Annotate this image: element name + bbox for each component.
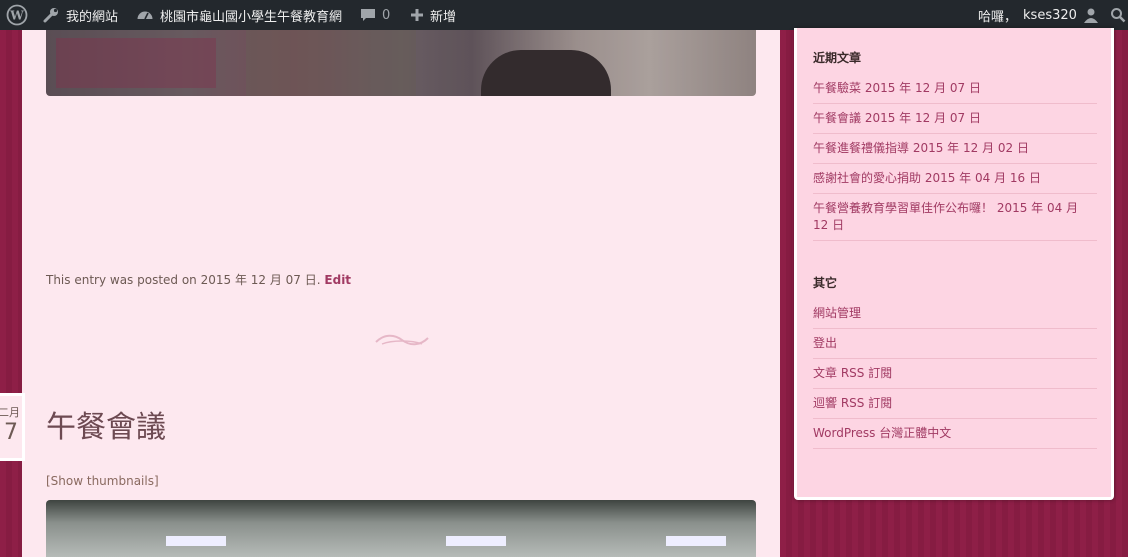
sidebar-panel: 近期文章 午餐驗菜 2015 年 12 月 07 日 午餐會議 2015 年 1… [797,28,1111,497]
photo-detail [446,536,506,546]
username-text: kses320 [1023,7,1077,23]
post-title[interactable]: 午餐會議 [46,402,166,446]
other-link-item[interactable]: 文章 RSS 訂閱 [813,359,1097,389]
comments-rss-link[interactable]: 迴響 RSS 訂閱 [813,389,1097,418]
photo-shade [46,30,756,96]
wrench-icon [42,6,60,24]
wordpress-tw-link[interactable]: WordPress 台灣正體中文 [813,419,1097,448]
other-link-item[interactable]: 登出 [813,329,1097,359]
svg-text:W: W [9,9,24,23]
wordpress-icon: W [6,4,28,26]
search-icon [1110,7,1126,23]
recent-post-item[interactable]: 午餐驗菜 2015 年 12 月 07 日 [813,74,1097,104]
divider-ornament-icon [372,328,432,354]
recent-post-item[interactable]: 午餐會議 2015 年 12 月 07 日 [813,104,1097,134]
sidebar: 近期文章 午餐驗菜 2015 年 12 月 07 日 午餐會議 2015 年 1… [794,28,1114,500]
recent-post-item[interactable]: 感謝社會的愛心捐助 2015 年 04 月 16 日 [813,164,1097,194]
recent-posts-title: 近期文章 [813,51,862,65]
date-badge-day: 7 [4,420,18,445]
my-sites-menu[interactable]: 我的網站 [42,0,118,30]
comments-count: 0 [382,7,391,23]
new-content-button[interactable]: 新增 [410,0,456,30]
plus-icon [410,8,424,22]
wordpress-logo-button[interactable]: W [6,0,28,30]
recent-post-link[interactable]: 感謝社會的愛心捐助 2015 年 04 月 16 日 [813,164,1097,193]
recent-post-link[interactable]: 午餐營養教育學習單佳作公布囉！ 2015 年 04 月 12 日 [813,194,1097,240]
photo-detail [166,536,226,546]
other-link-item[interactable]: 網站管理 [813,299,1097,329]
date-badge-month: 二月 [0,406,20,419]
comments-button[interactable]: 0 [360,0,390,30]
photo-detail [666,536,726,546]
site-admin-link[interactable]: 網站管理 [813,299,1097,328]
user-avatar-icon [1083,7,1099,23]
site-name-label: 桃園市龜山國小學生午餐教育網 [160,9,343,25]
recent-post-item[interactable]: 午餐營養教育學習單佳作公布囉！ 2015 年 04 月 12 日 [813,194,1097,241]
other-links-list: 網站管理 登出 文章 RSS 訂閱 迴響 RSS 訂閱 WordPress 台灣… [813,299,1097,449]
recent-post-link[interactable]: 午餐驗菜 2015 年 12 月 07 日 [813,74,1097,103]
recent-post-link[interactable]: 午餐進餐禮儀指導 2015 年 12 月 02 日 [813,134,1097,163]
greeting-text: 哈囉， [978,9,1018,25]
recent-post-link[interactable]: 午餐會議 2015 年 12 月 07 日 [813,104,1097,133]
comment-bubble-icon [360,7,376,23]
my-sites-label: 我的網站 [66,9,119,25]
logout-link[interactable]: 登出 [813,329,1097,358]
show-thumbnails-link[interactable]: [Show thumbnails] [46,474,159,488]
admin-bar: W 我的網站 桃園市龜山國小學生午餐教育網 0 新增 哈囉， kses320 [0,0,1128,30]
new-label: 新增 [430,9,457,25]
date-badge: 二月 7 [0,393,25,461]
other-link-item[interactable]: WordPress 台灣正體中文 [813,419,1097,449]
post-photo-bottom[interactable] [46,500,756,557]
recent-post-item[interactable]: 午餐進餐禮儀指導 2015 年 12 月 02 日 [813,134,1097,164]
entry-meta: This entry was posted on 2015 年 12 月 07 … [46,271,351,288]
entry-meta-text: This entry was posted on 2015 年 12 月 07 … [46,273,321,287]
search-button[interactable] [1110,0,1126,30]
post-photo-top[interactable] [46,30,756,96]
dashboard-icon [136,6,154,24]
other-title: 其它 [813,276,838,290]
other-link-item[interactable]: 迴響 RSS 訂閱 [813,389,1097,419]
site-name-menu[interactable]: 桃園市龜山國小學生午餐教育網 [136,0,342,30]
edit-link[interactable]: Edit [324,273,351,287]
entries-rss-link[interactable]: 文章 RSS 訂閱 [813,359,1097,388]
my-account-menu[interactable]: 哈囉， kses320 [978,0,1099,30]
recent-posts-list: 午餐驗菜 2015 年 12 月 07 日 午餐會議 2015 年 12 月 0… [813,74,1097,241]
